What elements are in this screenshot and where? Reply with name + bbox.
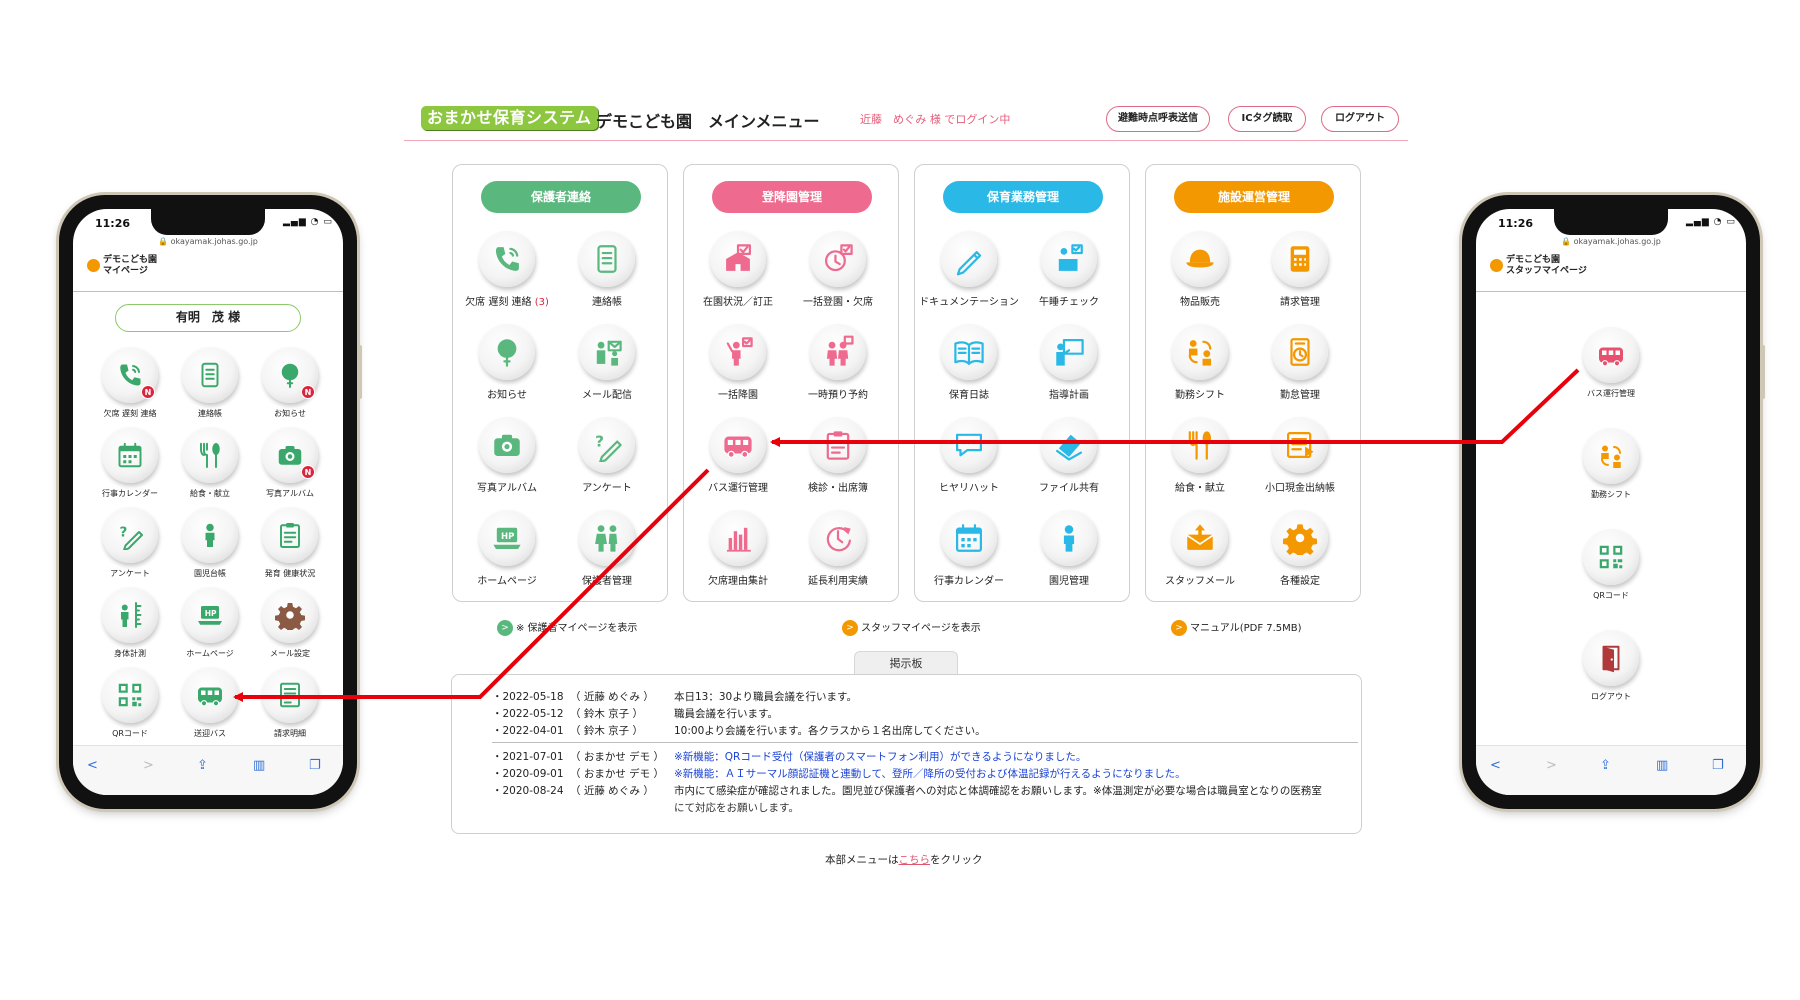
arrow-bus-management-to-guardian-bus <box>233 468 710 702</box>
annotation-arrows <box>233 368 1580 702</box>
stage: おまかせ保育システム デモこども園 メインメニュー 近藤 めぐみ 様 でログイン… <box>0 0 1800 1000</box>
arrow-staff-bus-to-bus-management <box>770 368 1580 447</box>
